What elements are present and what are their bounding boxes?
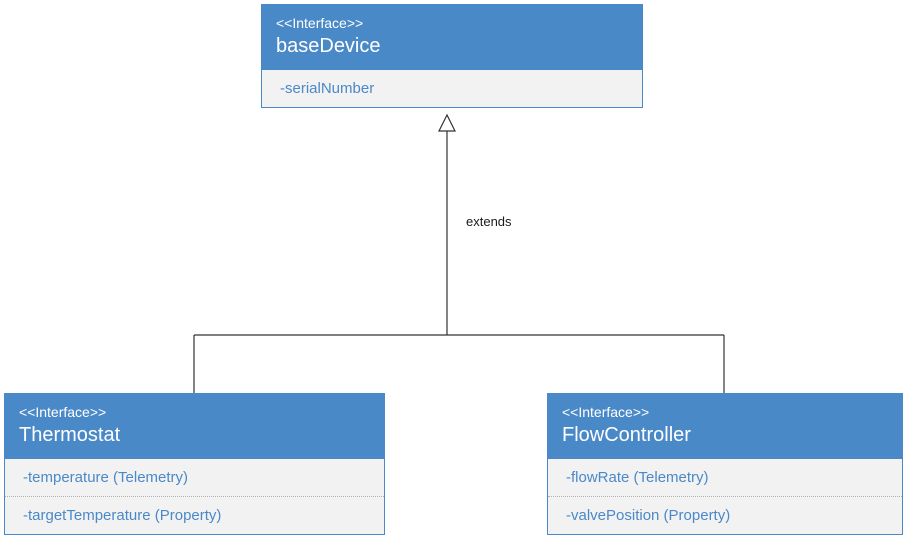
attribute: -temperature (Telemetry)	[5, 459, 384, 496]
class-body: -flowRate (Telemetry) -valvePosition (Pr…	[548, 459, 902, 534]
class-name: baseDevice	[276, 35, 628, 58]
class-name: FlowController	[562, 424, 888, 447]
attribute: -serialNumber	[262, 70, 642, 107]
class-body: -temperature (Telemetry) -targetTemperat…	[5, 459, 384, 534]
class-thermostat: <<Interface>> Thermostat -temperature (T…	[4, 393, 385, 535]
class-basedevice: <<Interface>> baseDevice -serialNumber	[261, 4, 643, 108]
class-header: <<Interface>> baseDevice	[262, 5, 642, 70]
class-header: <<Interface>> FlowController	[548, 394, 902, 459]
class-flowcontroller: <<Interface>> FlowController -flowRate (…	[547, 393, 903, 535]
attribute: -targetTemperature (Property)	[5, 496, 384, 534]
stereotype-label: <<Interface>>	[19, 404, 370, 420]
class-body: -serialNumber	[262, 70, 642, 107]
relation-label: extends	[466, 214, 512, 229]
attribute: -flowRate (Telemetry)	[548, 459, 902, 496]
stereotype-label: <<Interface>>	[562, 404, 888, 420]
stereotype-label: <<Interface>>	[276, 15, 628, 31]
attribute: -valvePosition (Property)	[548, 496, 902, 534]
class-header: <<Interface>> Thermostat	[5, 394, 384, 459]
class-name: Thermostat	[19, 424, 370, 447]
